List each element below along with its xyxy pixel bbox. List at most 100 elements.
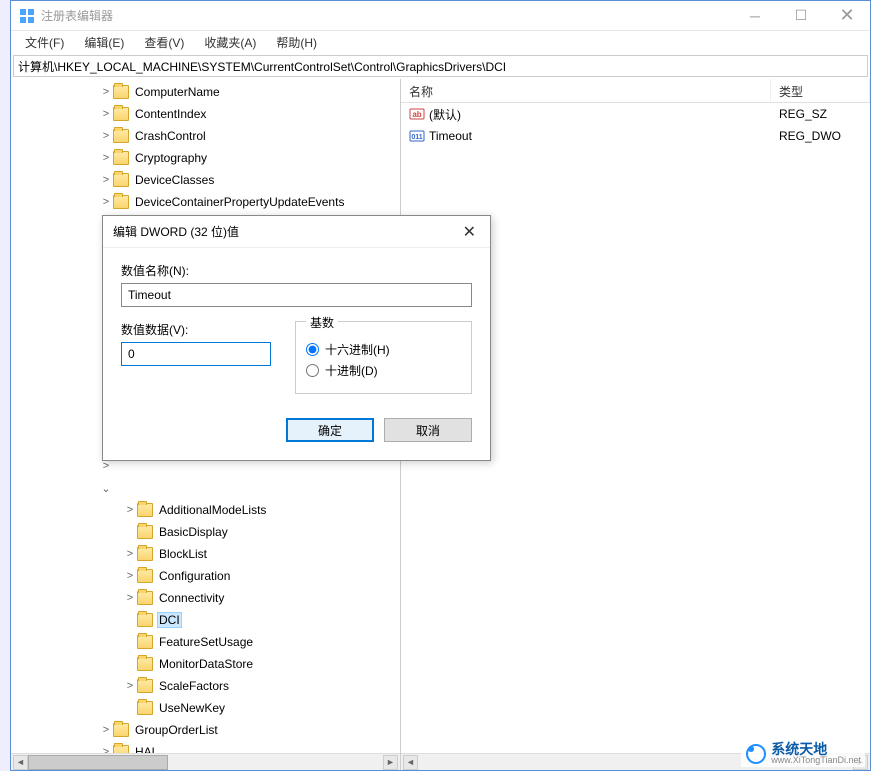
scroll-left-icon[interactable]: ◄ xyxy=(13,755,28,770)
menu-favorites[interactable]: 收藏夹(A) xyxy=(194,32,266,53)
expand-icon[interactable]: > xyxy=(125,592,135,604)
background-slice xyxy=(0,0,10,771)
svg-text:ab: ab xyxy=(412,110,421,119)
menu-edit[interactable]: 编辑(E) xyxy=(74,32,134,53)
tree-item[interactable]: BasicDisplay xyxy=(11,521,400,543)
expand-icon[interactable]: > xyxy=(101,196,111,208)
tree-label: DeviceClasses xyxy=(133,172,216,188)
folder-icon xyxy=(113,195,129,209)
expand-icon[interactable]: > xyxy=(101,108,111,120)
folder-icon xyxy=(113,723,129,737)
list-row[interactable]: ab (默认) REG_SZ xyxy=(401,103,870,125)
folder-icon xyxy=(137,547,153,561)
expand-icon[interactable]: > xyxy=(101,130,111,142)
folder-icon xyxy=(113,85,129,99)
tree-item[interactable]: > ScaleFactors xyxy=(11,675,400,697)
svg-text:011: 011 xyxy=(411,134,422,141)
tree-item[interactable]: >HAL xyxy=(11,741,400,753)
cancel-button[interactable]: 取消 xyxy=(384,418,472,442)
folder-icon xyxy=(137,525,153,539)
titlebar: 注册表编辑器 ─ ☐ ✕ xyxy=(11,1,870,31)
tree-label: AdditionalModeLists xyxy=(157,502,268,518)
tree-hscrollbar[interactable]: ◄ ► xyxy=(11,753,400,770)
tree-item[interactable]: FeatureSetUsage xyxy=(11,631,400,653)
watermark: 系统天地 www.XiTongTianDi.net xyxy=(741,740,865,767)
tree-item[interactable]: > AdditionalModeLists xyxy=(11,499,400,521)
menu-file[interactable]: 文件(F) xyxy=(15,32,74,53)
menu-view[interactable]: 查看(V) xyxy=(134,32,194,53)
folder-icon xyxy=(113,151,129,165)
tree-item[interactable]: >DeviceContainerPropertyUpdateEvents xyxy=(11,191,400,213)
ok-button[interactable]: 确定 xyxy=(286,418,374,442)
dialog-title-text: 编辑 DWORD (32 位)值 xyxy=(113,223,459,240)
dialog-titlebar: 编辑 DWORD (32 位)值 ✕ xyxy=(103,216,490,248)
col-type[interactable]: 类型 xyxy=(771,79,870,102)
dialog-close-button[interactable]: ✕ xyxy=(459,222,480,242)
base-legend: 基数 xyxy=(306,314,338,331)
tree-item[interactable]: DCI xyxy=(11,609,400,631)
tree-item[interactable]: >BlockList xyxy=(11,543,400,565)
address-text: 计算机\HKEY_LOCAL_MACHINE\SYSTEM\CurrentCon… xyxy=(18,60,506,74)
tree-item[interactable]: >GroupOrderList xyxy=(11,719,400,741)
tree-item[interactable]: ⌄ xyxy=(11,477,400,499)
app-icon xyxy=(19,8,35,24)
minimize-button[interactable]: ─ xyxy=(732,1,778,31)
cell-type: REG_SZ xyxy=(771,107,835,121)
tree-label: ComputerName xyxy=(133,84,222,100)
tree-label: MonitorDataStore xyxy=(157,656,255,672)
folder-icon xyxy=(113,107,129,121)
radio-dec[interactable]: 十进制(D) xyxy=(306,362,461,379)
tree-item[interactable]: MonitorDataStore xyxy=(11,653,400,675)
expand-icon[interactable]: > xyxy=(101,746,111,753)
dialog-buttons: 确定 取消 xyxy=(121,418,472,442)
value-name: (默认) xyxy=(429,106,461,123)
expand-icon[interactable]: > xyxy=(101,460,111,472)
tree-label: Connectivity xyxy=(157,590,226,606)
scroll-thumb[interactable] xyxy=(28,755,168,770)
cell-name: ab (默认) xyxy=(401,106,771,123)
tree-item[interactable]: >Configuration xyxy=(11,565,400,587)
radio-hex-input[interactable] xyxy=(306,343,319,356)
expand-icon[interactable]: > xyxy=(101,86,111,98)
tree-item[interactable]: > Connectivity xyxy=(11,587,400,609)
value-data-input[interactable] xyxy=(121,342,271,366)
address-bar[interactable]: 计算机\HKEY_LOCAL_MACHINE\SYSTEM\CurrentCon… xyxy=(13,55,868,77)
maximize-button[interactable]: ☐ xyxy=(778,1,824,31)
folder-icon xyxy=(137,569,153,583)
tree-label: UseNewKey xyxy=(157,700,227,716)
radio-dec-input[interactable] xyxy=(306,364,319,377)
folder-icon xyxy=(137,701,153,715)
folder-icon xyxy=(137,503,153,517)
tree-label: ScaleFactors xyxy=(157,678,231,694)
scroll-left-icon[interactable]: ◄ xyxy=(403,755,418,770)
tree-item[interactable]: >ContentIndex xyxy=(11,103,400,125)
tree-label: BasicDisplay xyxy=(157,524,230,540)
expand-icon[interactable]: > xyxy=(125,504,135,516)
expand-icon[interactable]: > xyxy=(101,152,111,164)
radio-hex[interactable]: 十六进制(H) xyxy=(306,341,461,358)
cell-name: 011Timeout xyxy=(401,128,771,144)
watermark-icon xyxy=(745,743,767,765)
expand-icon[interactable]: > xyxy=(125,570,135,582)
tree-item[interactable]: > ComputerName xyxy=(11,81,400,103)
edit-dword-dialog: 编辑 DWORD (32 位)值 ✕ 数值名称(N): 数值数据(V): 基数 … xyxy=(102,215,491,461)
folder-icon xyxy=(137,679,153,693)
expand-icon[interactable]: > xyxy=(101,724,111,736)
list-row[interactable]: 011TimeoutREG_DWO xyxy=(401,125,870,147)
tree-item[interactable]: > DeviceClasses xyxy=(11,169,400,191)
tree-item[interactable]: >Cryptography xyxy=(11,147,400,169)
collapse-icon[interactable]: ⌄ xyxy=(101,482,111,495)
tree-item[interactable]: UseNewKey xyxy=(11,697,400,719)
value-data-label: 数值数据(V): xyxy=(121,321,271,338)
close-button[interactable]: ✕ xyxy=(824,1,870,31)
scroll-right-icon[interactable]: ► xyxy=(383,755,398,770)
expand-icon[interactable]: > xyxy=(125,548,135,560)
expand-icon[interactable]: > xyxy=(101,174,111,186)
tree-item[interactable]: >CrashControl xyxy=(11,125,400,147)
folder-icon xyxy=(137,613,153,627)
col-name[interactable]: 名称 xyxy=(401,79,771,102)
radio-dec-label: 十进制(D) xyxy=(325,362,378,379)
list-header: 名称 类型 xyxy=(401,79,870,103)
menu-help[interactable]: 帮助(H) xyxy=(266,32,327,53)
expand-icon[interactable]: > xyxy=(125,680,135,692)
